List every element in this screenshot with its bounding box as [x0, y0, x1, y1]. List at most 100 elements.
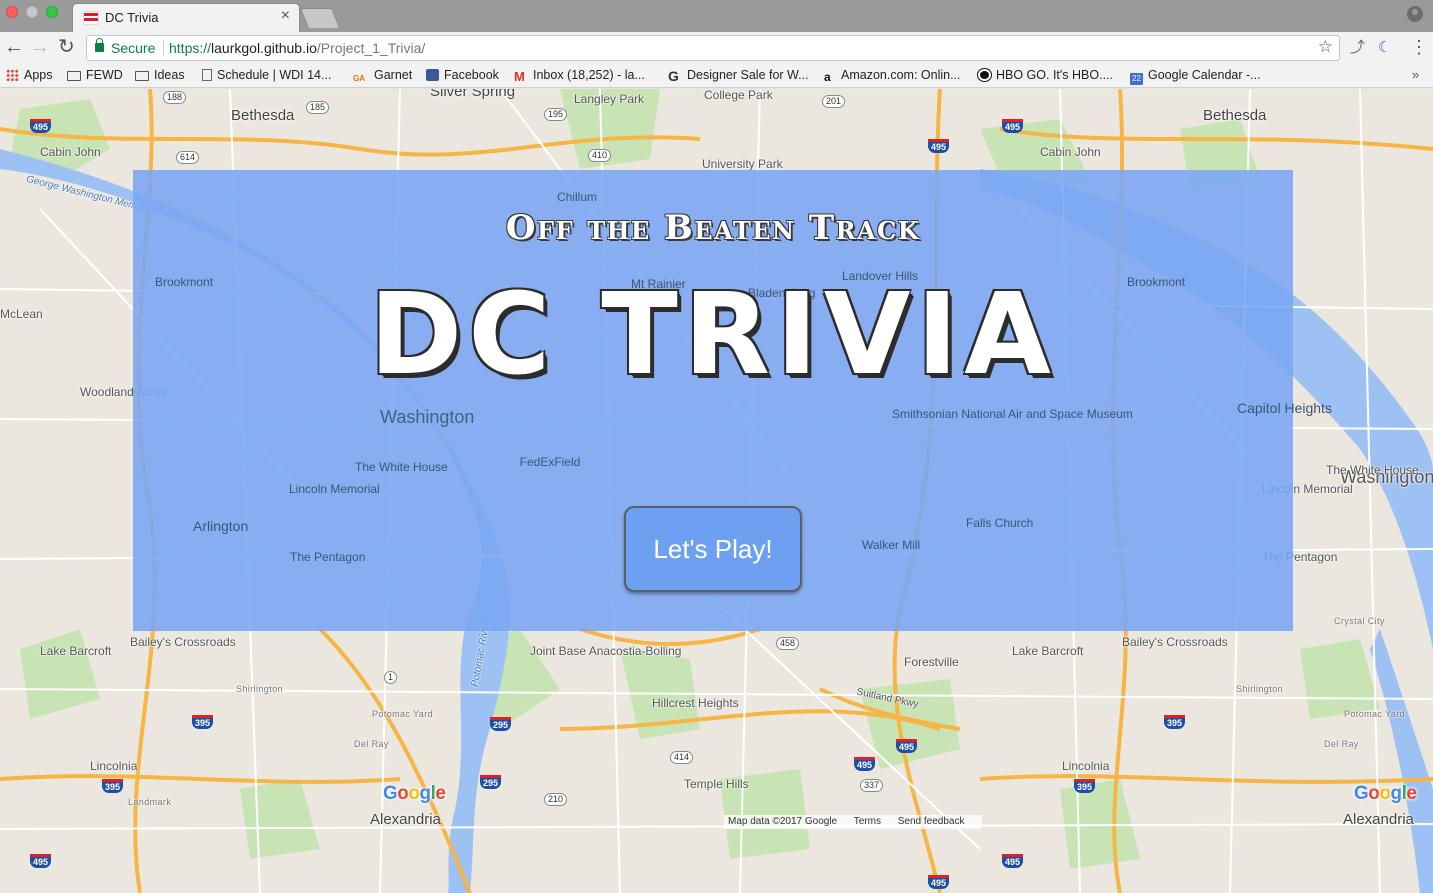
forward-arrow-icon[interactable]: → [30, 36, 50, 58]
route-shield: 414 [670, 751, 694, 764]
map-label: Smithsonian National Air and Space Museu… [892, 407, 1133, 421]
bookmark-label: Google Calendar -... [1148, 68, 1261, 82]
lock-icon [95, 38, 104, 52]
browser-toolbar: ← → ↻ Secure https://laurkgol.github.io/… [0, 32, 1433, 64]
more-bookmarks-chevron-icon[interactable]: » [1412, 67, 1419, 82]
map-label: Bethesda [1203, 107, 1267, 124]
map-label: Shirlington [236, 684, 283, 694]
interstate-shield: 495 [1002, 854, 1024, 868]
map-label: Walker Mill [862, 538, 921, 552]
profile-icon[interactable] [1407, 6, 1423, 22]
interstate-shield: 295 [490, 717, 512, 731]
map-label: Forestville [904, 655, 959, 669]
map-attribution: Map data ©2017 Google Terms Send feedbac… [724, 815, 983, 829]
moon-extension-icon[interactable]: ☾ [1378, 40, 1391, 56]
bookmark-apps[interactable]: Apps [6, 68, 53, 82]
bookmark-label: Schedule | WDI 14... [217, 68, 332, 82]
window-minimize-button[interactable] [26, 6, 38, 18]
back-arrow-icon[interactable]: ← [4, 36, 24, 58]
bookmark-label: Garnet [374, 68, 413, 82]
interstate-shield: 395 [1164, 715, 1186, 729]
route-shield: 185 [306, 101, 330, 114]
route-shield: 195 [544, 108, 568, 121]
map-label: FedExField [519, 455, 581, 469]
interstate-shield: 495 [854, 757, 876, 771]
folder-icon [135, 71, 149, 81]
interstate-shield: 395 [1074, 779, 1096, 793]
send-feedback-link[interactable]: Send feedback [898, 816, 965, 827]
map-label: Lincoln Memorial [289, 482, 380, 496]
interstate-shield: 495 [928, 875, 950, 889]
bookmark-calendar[interactable]: 22 Google Calendar -... [1130, 68, 1261, 85]
map-label: Potomac Yard [1344, 709, 1405, 719]
interstate-shield: 295 [480, 775, 502, 789]
logo-letter: o [1368, 783, 1380, 804]
browser-tab[interactable]: DC Trivia × [72, 3, 300, 32]
route-shield: 1 [384, 671, 398, 684]
facebook-icon [426, 69, 439, 81]
page-icon [202, 69, 212, 81]
extension-icon[interactable]: ⤴ [1350, 40, 1365, 56]
calendar-icon: 22 [1130, 73, 1143, 85]
map-label: Bethesda [231, 107, 295, 124]
bookmark-designer-sale[interactable]: G Designer Sale for W... [668, 68, 809, 84]
bookmark-fewd[interactable]: FEWD [67, 68, 123, 82]
address-bar[interactable]: Secure https://laurkgol.github.io/Projec… [86, 35, 1340, 61]
window-maximize-button[interactable] [46, 6, 58, 18]
apps-grid-icon [6, 69, 19, 81]
logo-letter: e [1406, 783, 1417, 804]
google-logo[interactable]: Google [383, 783, 446, 805]
hbo-icon [978, 69, 991, 81]
map-label: Del Ray [354, 739, 389, 749]
map-label: Lincolnia [90, 759, 138, 773]
bookmark-ideas[interactable]: Ideas [135, 68, 185, 82]
map-data-label: Map data ©2017 Google [728, 816, 838, 827]
map-label: Alexandria [1343, 811, 1414, 828]
bookmark-facebook[interactable]: Facebook [426, 68, 499, 82]
map-label: Cabin John [40, 145, 101, 159]
interstate-shield: 495 [1002, 119, 1024, 133]
new-tab-button[interactable] [299, 8, 341, 28]
menu-dots-icon[interactable]: ⋮ [1410, 37, 1428, 57]
tab-title: DC Trivia [105, 10, 159, 25]
logo-letter: e [435, 783, 446, 804]
map-label: Capitol Heights [1237, 400, 1332, 416]
reload-icon[interactable]: ↻ [58, 36, 75, 58]
bookmark-amazon[interactable]: a Amazon.com: Onlin... [824, 68, 961, 84]
map-label: Joint Base Anacostia-Bolling [530, 644, 682, 658]
bookmark-label: Inbox (18,252) - la... [533, 68, 645, 82]
logo-letter: g [419, 783, 432, 804]
map-label: McLean [0, 307, 43, 321]
bookmark-label: Facebook [444, 68, 499, 82]
url-host: laurkgol.github.io [211, 40, 317, 56]
map-label: The Pentagon [290, 550, 366, 564]
bookmark-label: HBO GO. It's HBO.... [996, 68, 1113, 82]
interstate-shield: 395 [192, 715, 214, 729]
bookmark-hbo[interactable]: HBO GO. It's HBO.... [978, 68, 1113, 82]
logo-letter: G [383, 783, 398, 804]
map-label: Shirlington [1236, 684, 1283, 694]
route-shield: 410 [588, 149, 612, 162]
route-shield: 337 [860, 779, 884, 792]
terms-link[interactable]: Terms [854, 816, 881, 827]
bookmark-inbox[interactable]: M Inbox (18,252) - la... [514, 68, 645, 84]
map-label: Temple Hills [684, 777, 749, 791]
page-content: Bethesda Cabin John Silver Spring Langle… [0, 89, 1433, 893]
bookmark-label: Amazon.com: Onlin... [841, 68, 961, 82]
url-divider [163, 40, 164, 56]
google-logo[interactable]: Google [1354, 783, 1417, 805]
bookmark-garnet[interactable]: GA Garnet [353, 68, 412, 83]
tab-close-button[interactable]: × [281, 7, 290, 25]
interstate-shield: 395 [102, 779, 124, 793]
map-label: Crystal City [1334, 616, 1385, 626]
bookmark-schedule[interactable]: Schedule | WDI 14... [202, 68, 331, 82]
map-label: Bailey's Crossroads [1122, 635, 1228, 649]
bookmark-star-icon[interactable]: ☆ [1318, 37, 1333, 57]
lets-play-button[interactable]: Let's Play! [624, 506, 802, 592]
secure-label: Secure [111, 40, 156, 56]
window-close-button[interactable] [6, 6, 18, 18]
map-label: Chillum [557, 190, 598, 204]
map-label: Lincolnia [1062, 759, 1110, 773]
map-label: Alexandria [370, 811, 441, 828]
url-text[interactable]: https://laurkgol.github.io/Project_1_Tri… [169, 40, 425, 56]
